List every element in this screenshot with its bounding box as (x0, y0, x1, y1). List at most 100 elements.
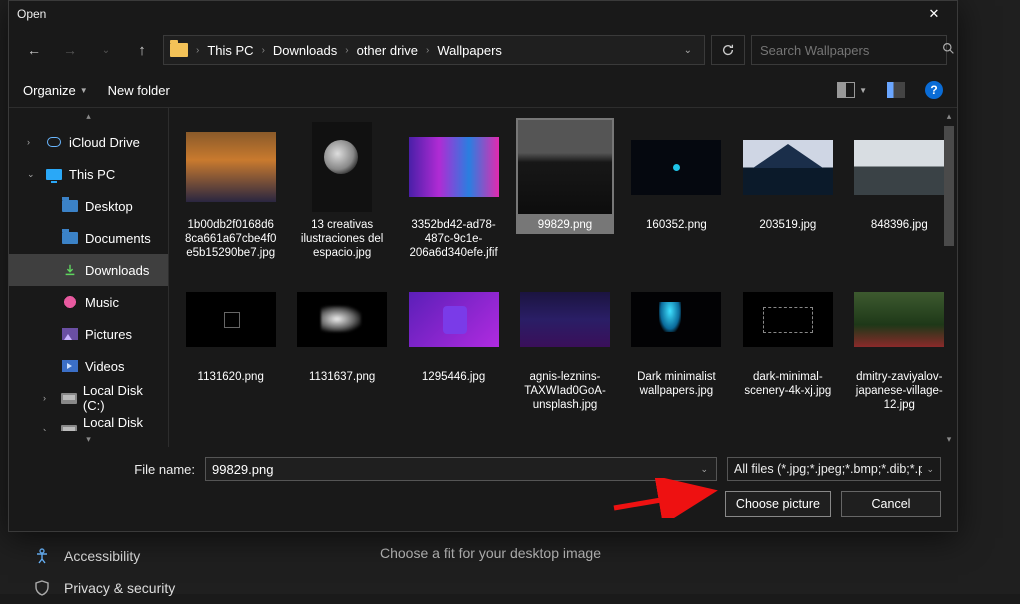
cloud-icon (45, 134, 63, 150)
choose-picture-button[interactable]: Choose picture (725, 491, 831, 517)
dialog-body: ▴ ›iCloud Drive⌄This PCDesktopDocumentsD… (9, 107, 957, 447)
file-name-caption: 13 creativas ilustraciones del espacio.j… (293, 216, 391, 262)
scroll-thumb[interactable] (944, 126, 954, 246)
chevron-down-icon: ▼ (80, 86, 88, 95)
address-bar[interactable]: › This PC › Downloads › other drive › Wa… (163, 35, 705, 65)
file-type-filter[interactable]: All files (*.jpg;*.jpeg;*.bmp;*.dib;*.pn… (727, 457, 941, 481)
dialog-title: Open (17, 7, 46, 21)
back-button[interactable]: ← (19, 35, 49, 65)
thumbnail (293, 270, 391, 368)
file-name-caption: dark-minimal-scenery-4k-xj.jpg (739, 368, 837, 400)
scroll-down-icon[interactable]: ▾ (941, 431, 957, 447)
tree-item-desktop[interactable]: Desktop (9, 190, 168, 222)
tree-item-this-pc[interactable]: ⌄ This PC (9, 158, 168, 190)
recent-dropdown[interactable]: ⌄ (91, 35, 121, 65)
organize-menu[interactable]: Organize ▼ (23, 83, 88, 98)
preview-icon (887, 82, 905, 98)
new-folder-button[interactable]: New folder (108, 83, 170, 98)
file-item[interactable]: 160352.png (621, 114, 732, 266)
tree-item-label: This PC (69, 167, 115, 182)
thumbnail (182, 118, 280, 216)
dialog-footer: File name: ⌄ All files (*.jpg;*.jpeg;*.b… (9, 447, 957, 531)
settings-accessibility[interactable]: Accessibility (0, 540, 330, 572)
cancel-button[interactable]: Cancel (841, 491, 941, 517)
file-item[interactable]: 99829.png (509, 114, 620, 266)
tree-item-icloud-drive[interactable]: › iCloud Drive (9, 126, 168, 158)
file-item[interactable]: 3352bd42-ad78-487c-9c1e-206a6d340efe.jfi… (398, 114, 509, 266)
search-icon[interactable] (942, 42, 955, 58)
thumbnail (293, 118, 391, 216)
tree-item-documents[interactable]: Documents (9, 222, 168, 254)
preview-pane-button[interactable] (887, 82, 905, 98)
thumbnail (182, 270, 280, 368)
search-input[interactable] (760, 43, 936, 58)
forward-button[interactable]: → (55, 35, 85, 65)
file-item[interactable]: 1131637.png (286, 266, 397, 418)
file-item[interactable]: agnis-leznins-TAXWIad0GoA-unsplash.jpg (509, 266, 620, 418)
file-item[interactable]: dark-minimal-scenery-4k-xj.jpg (732, 266, 843, 418)
toolbar: Organize ▼ New folder ▼ ? (9, 73, 957, 107)
up-button[interactable]: ↑ (127, 35, 157, 65)
tree-item-pictures[interactable]: Pictures (9, 318, 168, 350)
vertical-scrollbar[interactable]: ▴ ▾ (941, 108, 957, 447)
thumbnail (850, 118, 948, 216)
dl-icon (61, 262, 79, 278)
chevron-right-icon[interactable]: › (424, 45, 431, 56)
search-box[interactable] (751, 35, 947, 65)
file-grid-pane: 1b00db2f0168d68ca661a67cbe4f0e5b15290be7… (169, 108, 957, 447)
file-item[interactable]: 1131620.png (175, 266, 286, 418)
scroll-up-icon[interactable]: ▴ (941, 108, 957, 124)
tree-item-downloads[interactable]: Downloads (9, 254, 168, 286)
scroll-track[interactable] (941, 124, 957, 431)
tree-item-local-disk-c-[interactable]: ›Local Disk (C:) (9, 382, 168, 414)
thumbnail (627, 270, 725, 368)
music-icon (61, 294, 79, 310)
file-name-caption: Dark minimalist wallpapers.jpg (627, 368, 725, 400)
help-button[interactable]: ? (925, 81, 943, 99)
settings-accessibility-label: Accessibility (64, 548, 140, 564)
breadcrumb-downloads[interactable]: Downloads (269, 41, 341, 60)
tree-scroll-down[interactable]: ▾ (9, 431, 168, 447)
thumbnail (739, 270, 837, 368)
breadcrumb-wallpapers[interactable]: Wallpapers (433, 41, 506, 60)
expander-icon[interactable]: ⌄ (27, 169, 39, 180)
tree-item-label: iCloud Drive (69, 135, 140, 150)
chevron-right-icon[interactable]: › (343, 45, 350, 56)
thumbnail (516, 118, 614, 216)
tree-item-music[interactable]: Music (9, 286, 168, 318)
view-mode-button[interactable]: ▼ (837, 82, 867, 98)
chevron-right-icon[interactable]: › (260, 45, 267, 56)
expander-icon[interactable]: › (43, 393, 54, 403)
file-item[interactable]: 848396.jpg (844, 114, 955, 266)
breadcrumb-other-drive[interactable]: other drive (353, 41, 422, 60)
file-name-caption: dmitry-zaviyalov-japanese-village-12.jpg (850, 368, 948, 414)
organize-label: Organize (23, 83, 76, 98)
fit-caption: Choose a fit for your desktop image (380, 545, 601, 561)
file-name-caption: 1131620.png (182, 368, 280, 386)
chevron-right-icon[interactable]: › (194, 45, 201, 56)
refresh-button[interactable] (711, 35, 745, 65)
file-name-combobox[interactable]: ⌄ (205, 457, 717, 481)
nav-tree: ▴ › iCloud Drive ⌄ This PC DesktopDocumentsD… (9, 108, 169, 447)
file-item[interactable]: 1295446.jpg (398, 266, 509, 418)
file-item[interactable]: 203519.jpg (732, 114, 843, 266)
close-button[interactable]: ✕ (919, 4, 949, 24)
file-name-history-dropdown[interactable]: ⌄ (698, 464, 710, 475)
tree-item-videos[interactable]: Videos (9, 350, 168, 382)
file-name-input[interactable] (212, 462, 698, 477)
file-item[interactable]: dmitry-zaviyalov-japanese-village-12.jpg (844, 266, 955, 418)
file-item[interactable]: 1b00db2f0168d68ca661a67cbe4f0e5b15290be7… (175, 114, 286, 266)
file-item[interactable] (175, 418, 286, 447)
tree-scroll-up[interactable]: ▴ (9, 108, 168, 124)
file-item[interactable]: Dark minimalist wallpapers.jpg (621, 266, 732, 418)
file-name-caption: 1131637.png (293, 368, 391, 386)
breadcrumb-this-pc[interactable]: This PC (203, 41, 257, 60)
chevron-down-icon: ⌄ (926, 464, 934, 475)
settings-privacy[interactable]: Privacy & security (0, 572, 330, 604)
thumbnail (739, 118, 837, 216)
chevron-down-icon: ▼ (859, 86, 867, 95)
file-item[interactable]: 13 creativas ilustraciones del espacio.j… (286, 114, 397, 266)
thumbnail (850, 270, 948, 368)
address-history-dropdown[interactable]: ⌄ (678, 45, 698, 56)
expander-icon[interactable]: › (27, 137, 39, 147)
